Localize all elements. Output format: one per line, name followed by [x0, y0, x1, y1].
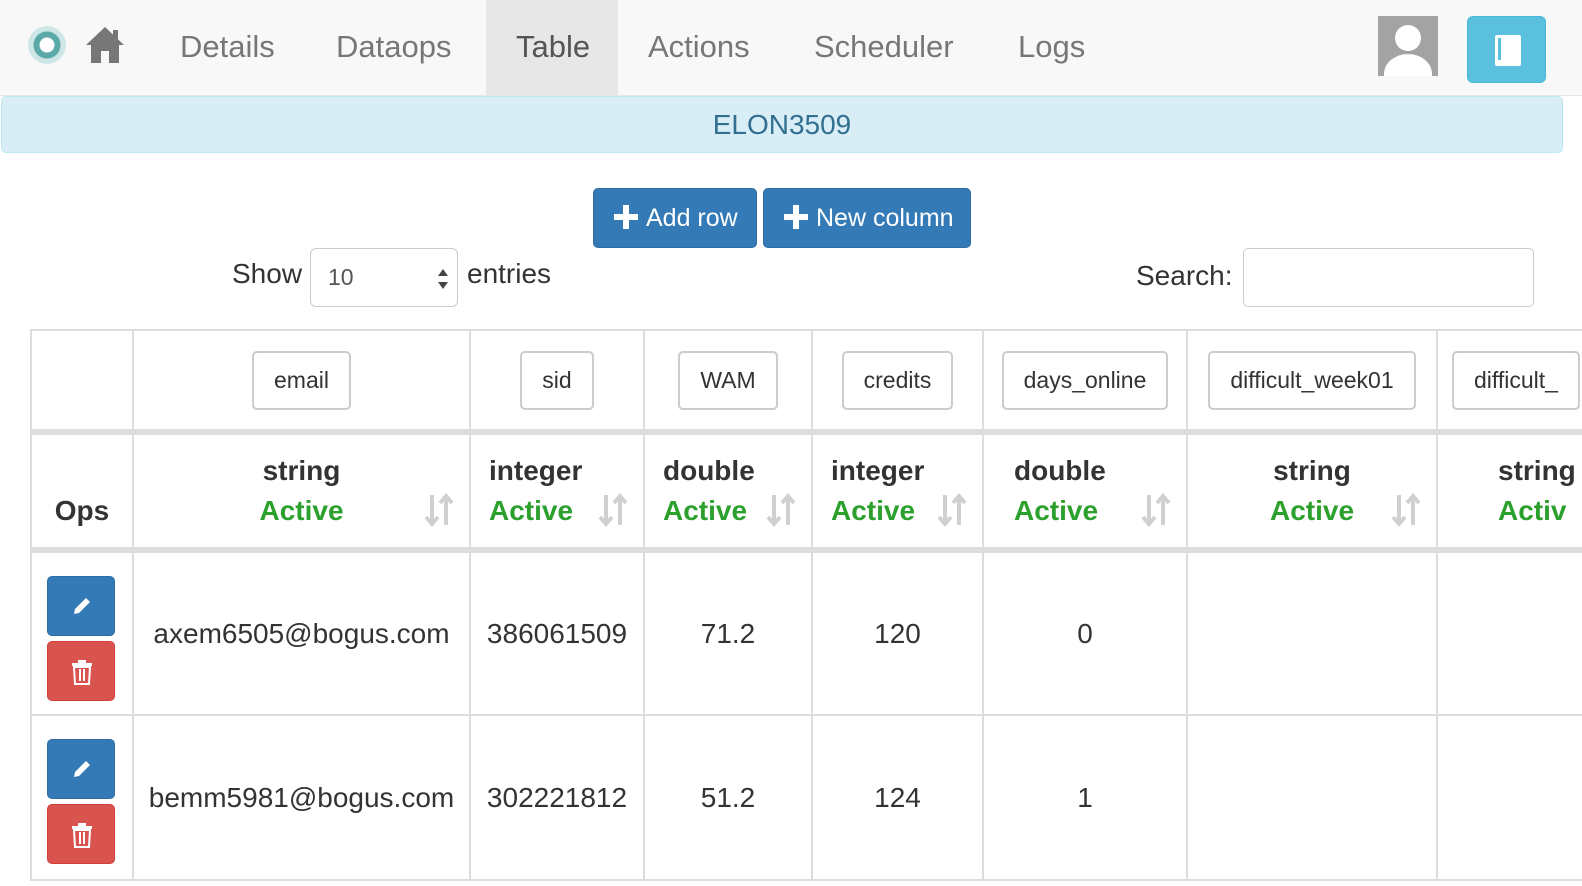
- column-type: integer: [489, 455, 583, 486]
- ops-spacer-cell: [30, 329, 134, 433]
- cell-email: axem6505@bogus.com: [132, 549, 471, 716]
- column-type: integer: [831, 455, 925, 486]
- new-column-button[interactable]: New column: [763, 188, 971, 248]
- column-name-button[interactable]: days_online: [1001, 350, 1169, 410]
- sort-icon[interactable]: [1140, 493, 1172, 527]
- nav-scheduler[interactable]: Scheduler: [784, 0, 984, 96]
- entries-select[interactable]: 10: [310, 248, 458, 307]
- nav-details[interactable]: Details: [150, 0, 305, 96]
- data-table-container: email sid WAM credits days_online diffic…: [30, 329, 1582, 886]
- trash-icon: [72, 823, 92, 848]
- column-header[interactable]: integer Active: [811, 429, 984, 553]
- nav-actions[interactable]: Actions: [618, 0, 780, 96]
- book-button[interactable]: [1467, 16, 1546, 83]
- show-label: Show: [232, 258, 303, 289]
- cell-email: bemm5981@bogus.com: [132, 714, 471, 881]
- sort-icon[interactable]: [597, 493, 629, 527]
- add-row-button[interactable]: Add row: [593, 188, 757, 248]
- top-navbar: Details Dataops Table Actions Scheduler …: [0, 0, 1582, 96]
- table-title-banner: ELON3509: [1, 96, 1563, 153]
- search-input[interactable]: [1243, 248, 1534, 307]
- home-icon[interactable]: [84, 24, 126, 66]
- cell-credits: 120: [811, 549, 984, 716]
- column-type: double: [1014, 455, 1106, 486]
- cell-credits: 124: [811, 714, 984, 881]
- column-header[interactable]: string Activ: [1436, 429, 1582, 553]
- trash-icon: [72, 660, 92, 685]
- cell-wam: 51.2: [643, 714, 813, 881]
- entries-label: entries: [467, 258, 552, 289]
- pencil-icon: [74, 761, 90, 777]
- column-type: double: [663, 455, 755, 486]
- table-row: bemm5981@bogus.com 302221812 51.2 124 1: [30, 714, 1582, 881]
- plus-icon: [614, 205, 638, 229]
- column-type: string: [262, 455, 341, 486]
- column-name-button[interactable]: email: [252, 350, 351, 410]
- column-types-row: Ops string Active integer Active double Act…: [30, 429, 1582, 553]
- nav-dataops[interactable]: Dataops: [306, 0, 481, 96]
- new-column-label: New column: [816, 204, 954, 232]
- column-type: string: [1273, 455, 1351, 486]
- column-header[interactable]: double Active: [982, 429, 1188, 553]
- column-name-button[interactable]: credits: [841, 350, 954, 410]
- delete-row-button[interactable]: [47, 641, 115, 701]
- ops-header: Ops: [30, 429, 134, 553]
- ops-cell: [30, 549, 134, 716]
- book-icon: [1495, 35, 1521, 66]
- user-avatar-icon[interactable]: [1378, 16, 1438, 76]
- search-label: Search:: [1136, 260, 1233, 291]
- delete-row-button[interactable]: [47, 804, 115, 864]
- column-name-button[interactable]: difficult_week01: [1208, 350, 1416, 410]
- cell-days-online: 1: [982, 714, 1188, 881]
- nav-table[interactable]: Table: [486, 0, 618, 96]
- column-names-row: email sid WAM credits days_online diffic…: [30, 329, 1582, 433]
- cell-difficult: [1436, 714, 1582, 881]
- cell-difficult: [1436, 549, 1582, 716]
- cell-wam: 71.2: [643, 549, 813, 716]
- cell-days-online: 0: [982, 549, 1188, 716]
- sort-icon[interactable]: [765, 493, 797, 527]
- cell-sid: 386061509: [469, 549, 645, 716]
- data-table: email sid WAM credits days_online diffic…: [30, 329, 1582, 881]
- pencil-icon: [74, 598, 90, 614]
- edit-row-button[interactable]: [47, 576, 115, 636]
- plus-icon: [784, 205, 808, 229]
- nav-logs[interactable]: Logs: [988, 0, 1115, 96]
- column-header[interactable]: string Active: [1186, 429, 1438, 553]
- column-name-button[interactable]: WAM: [678, 350, 778, 410]
- edit-row-button[interactable]: [47, 739, 115, 799]
- select-arrows-icon: [438, 269, 448, 289]
- ops-cell: [30, 714, 134, 881]
- sort-icon[interactable]: [1390, 493, 1422, 527]
- cell-sid: 302221812: [469, 714, 645, 881]
- cell-difficult-week01: [1186, 549, 1438, 716]
- entries-select-value: 10: [328, 264, 354, 290]
- column-header[interactable]: string Active: [132, 429, 471, 553]
- column-type: string: [1498, 455, 1576, 486]
- table-row: axem6505@bogus.com 386061509 71.2 120 0: [30, 549, 1582, 716]
- sort-icon[interactable]: [423, 493, 455, 527]
- column-name-button[interactable]: sid: [520, 350, 594, 410]
- column-header[interactable]: integer Active: [469, 429, 645, 553]
- column-name-button[interactable]: difficult_: [1452, 350, 1580, 410]
- column-header[interactable]: double Active: [643, 429, 813, 553]
- column-status: Activ: [1498, 495, 1567, 526]
- column-status: Active: [259, 495, 344, 526]
- sort-icon[interactable]: [936, 493, 968, 527]
- cell-difficult-week01: [1186, 714, 1438, 881]
- app-logo-icon[interactable]: [28, 26, 66, 64]
- add-row-label: Add row: [646, 204, 738, 232]
